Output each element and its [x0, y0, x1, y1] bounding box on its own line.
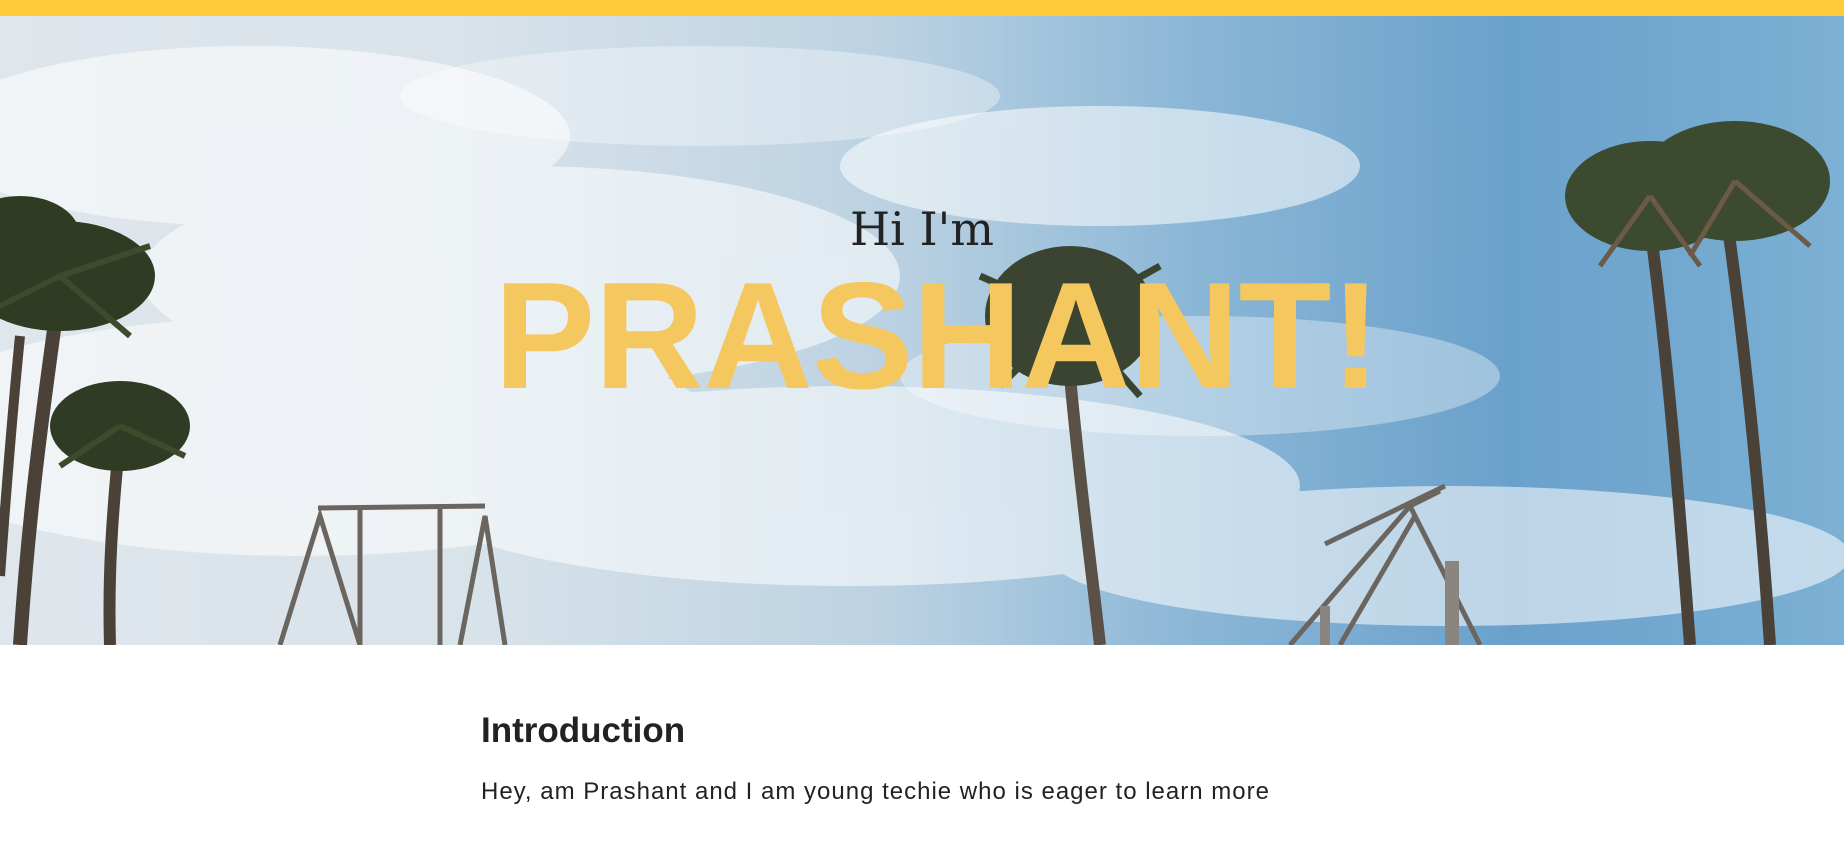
hero-name-title: PRASHANT!: [493, 251, 1381, 421]
top-accent-bar: [0, 0, 1844, 16]
page: Hi I'm PRASHANT! Introduction Hey, am Pr…: [0, 0, 1844, 841]
section-title: Introduction: [481, 711, 686, 750]
hero-banner: Hi I'm PRASHANT!: [0, 16, 1844, 645]
intro-section: Introduction Hey, am Prashant and I am y…: [481, 710, 1381, 807]
hero-greeting: Hi I'm: [850, 202, 994, 256]
intro-text: Hey, am Prashant and I am young techie w…: [481, 778, 1270, 805]
